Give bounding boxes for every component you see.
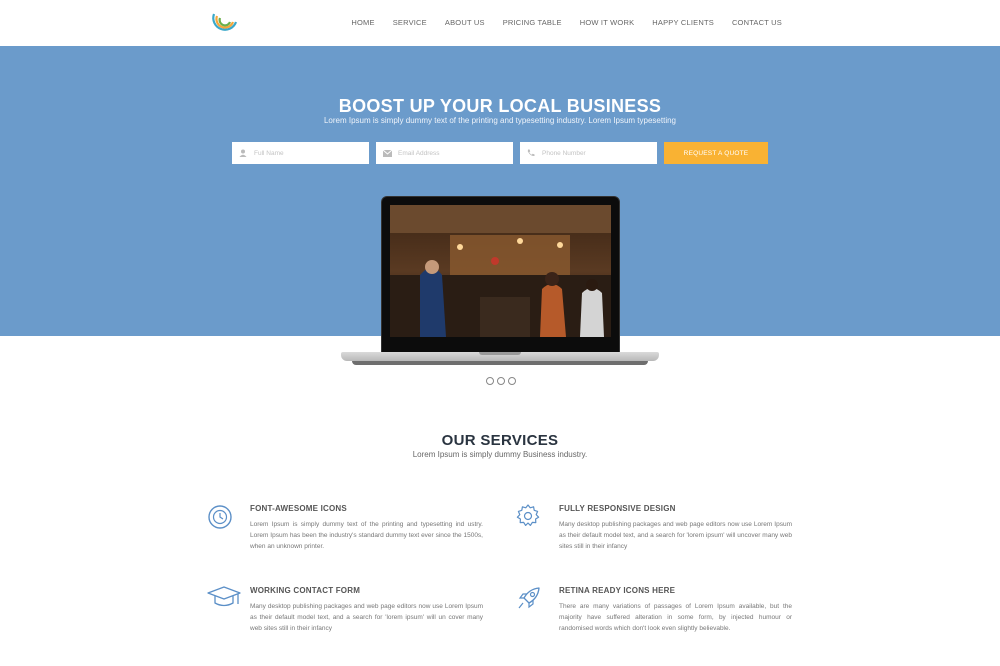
laptop-screen-image [390,205,611,337]
service-item: FONT-AWESOME ICONS Lorem Ipsum is simply… [250,504,483,552]
services-title: OUR SERVICES [441,432,559,449]
service-title: RETINA READY ICONS HERE [559,586,676,595]
slider-dot-1[interactable] [486,377,494,385]
laptop-notch [479,352,521,355]
phone-icon [526,148,536,158]
slider-dots [486,377,516,385]
nav-service[interactable]: SERVICE [393,18,427,27]
nav-pricing-table[interactable]: PRICING TABLE [503,18,562,27]
logo-icon[interactable] [210,8,240,36]
slider-dot-2[interactable] [497,377,505,385]
nav-home[interactable]: HOME [351,18,374,27]
service-item: FULLY RESPONSIVE DESIGN Many desktop pub… [559,504,792,552]
hero-subtitle: Lorem Ipsum is simply dummy text of the … [323,116,676,125]
email-field[interactable] [376,142,513,164]
name-input[interactable] [254,149,364,157]
clock-icon [208,505,232,529]
service-item: RETINA READY ICONS HERE There are many v… [559,586,792,634]
nav-how-it-work[interactable]: HOW IT WORK [580,18,635,27]
phone-input[interactable] [542,149,652,157]
service-text: Many desktop publishing packages and web… [250,603,483,632]
slider-dot-3[interactable] [508,377,516,385]
request-quote-button[interactable]: REQUEST A QUOTE [664,142,768,164]
email-input[interactable] [398,149,508,157]
site-header: HOME SERVICE ABOUT US PRICING TABLE HOW … [0,0,1000,46]
main-nav: HOME SERVICE ABOUT US PRICING TABLE HOW … [333,18,782,27]
graduation-cap-icon [207,586,241,607]
envelope-icon [382,148,392,158]
hero-title: BOOST UP YOUR LOCAL BUSINESS [338,96,662,116]
nav-happy-clients[interactable]: HAPPY CLIENTS [652,18,714,27]
service-title: FULLY RESPONSIVE DESIGN [559,504,676,513]
rocket-icon [518,587,540,609]
services-subtitle: Lorem Ipsum is simply dummy Business ind… [412,450,588,459]
nav-about-us[interactable]: ABOUT US [445,18,485,27]
gear-icon [516,504,540,526]
service-text: Many desktop publishing packages and web… [559,521,792,550]
service-item: WORKING CONTACT FORM Many desktop publis… [250,586,483,634]
service-title: FONT-AWESOME ICONS [250,504,347,513]
name-field[interactable] [232,142,369,164]
phone-field[interactable] [520,142,657,164]
nav-contact-us[interactable]: CONTACT US [732,18,782,27]
service-text: There are many variations of passages of… [559,603,792,632]
user-icon [238,148,248,158]
service-text: Lorem Ipsum is simply dummy text of the … [250,521,483,550]
laptop-base-shadow [352,361,648,365]
service-title: WORKING CONTACT FORM [250,586,361,595]
